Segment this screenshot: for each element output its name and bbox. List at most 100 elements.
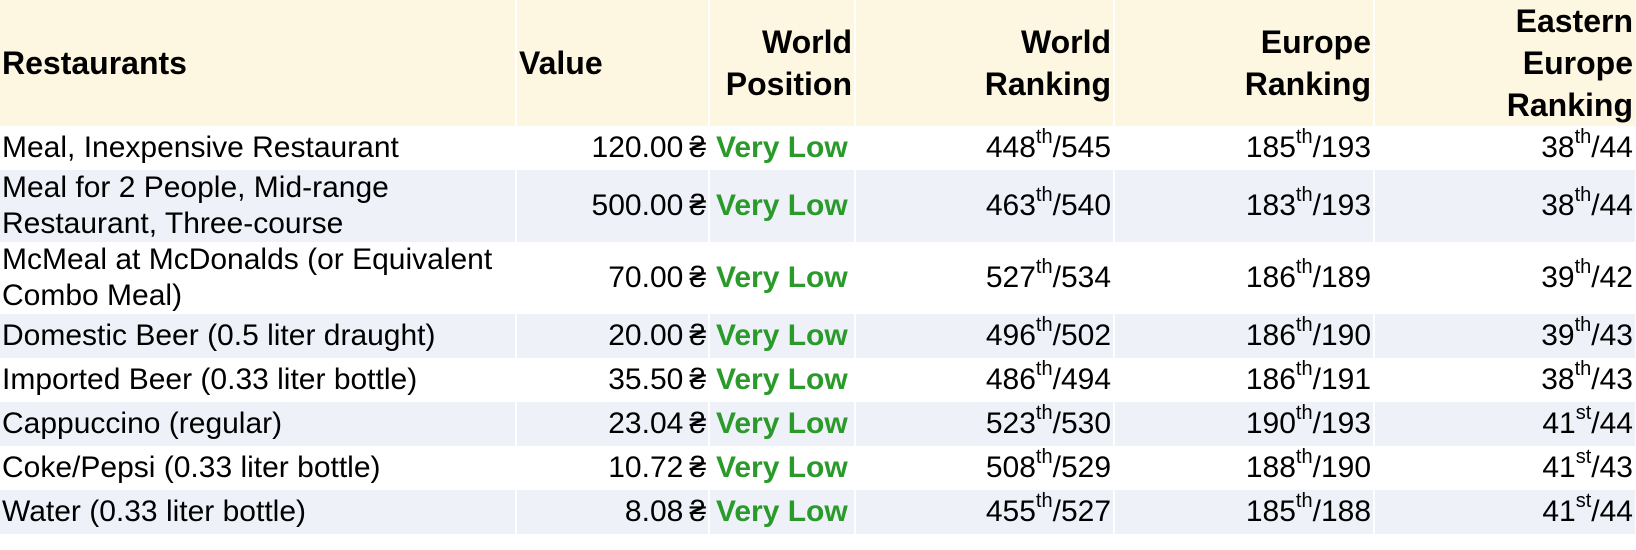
europe-ranking-rank: 185 <box>1245 495 1296 528</box>
europe-ranking-suffix: th <box>1295 184 1313 206</box>
item-name: Domestic Beer (0.5 liter draught) <box>0 314 517 358</box>
hryvnia-sign: ₴ <box>689 319 706 352</box>
world-ranking: 496th/502 <box>855 314 1115 358</box>
world-ranking-rank: 523 <box>985 407 1036 440</box>
item-name: McMeal at McDonalds (or Equivalent Combo… <box>0 242 517 314</box>
world-position: Very Low <box>709 402 856 446</box>
item-name: Coke/Pepsi (0.33 liter bottle) <box>0 446 517 490</box>
eastern-europe-ranking-total: /43 <box>1591 319 1633 352</box>
world-position: Very Low <box>709 358 856 402</box>
value-amount: 500.00 <box>591 189 684 222</box>
item-value: 8.08 ₴ <box>516 490 710 534</box>
eastern-europe-ranking-total: /43 <box>1591 451 1633 484</box>
header-restaurants: Restaurants <box>0 0 517 126</box>
europe-ranking: 186th/190 <box>1114 314 1375 358</box>
header-world-ranking-line: Ranking <box>984 66 1111 102</box>
europe-ranking-total: /193 <box>1312 189 1371 222</box>
europe-ranking-total: /193 <box>1312 131 1371 164</box>
world-ranking-total: /494 <box>1052 363 1111 396</box>
value-amount: 20.00 <box>608 319 684 352</box>
europe-ranking-total: /191 <box>1312 363 1371 396</box>
eastern-europe-ranking: 38th/44 <box>1374 126 1636 170</box>
hryvnia-sign: ₴ <box>689 451 706 484</box>
europe-ranking-suffix: th <box>1295 126 1313 148</box>
world-ranking-suffix: th <box>1035 402 1053 424</box>
eastern-europe-ranking-suffix: st <box>1575 446 1592 468</box>
header-europe-ranking: Europe Ranking <box>1114 0 1375 126</box>
eastern-europe-ranking: 41st/44 <box>1374 490 1636 534</box>
eastern-europe-ranking-total: /43 <box>1591 363 1633 396</box>
hryvnia-sign: ₴ <box>689 189 706 222</box>
europe-ranking-rank: 186 <box>1245 261 1296 294</box>
table-row: Water (0.33 liter bottle) 8.08 ₴ Very Low 45… <box>0 490 1636 534</box>
europe-ranking-rank: 190 <box>1245 407 1296 440</box>
item-name: Meal, Inexpensive Restaurant <box>0 126 517 170</box>
hryvnia-sign: ₴ <box>689 407 706 440</box>
header-europe-ranking-line: Ranking <box>1244 66 1371 102</box>
eastern-europe-ranking-rank: 38 <box>1541 363 1575 396</box>
eastern-europe-ranking-rank: 41 <box>1542 407 1576 440</box>
header-world-ranking-line: World <box>1020 24 1111 60</box>
header-value: Value <box>516 0 710 126</box>
europe-ranking-rank: 185 <box>1245 131 1296 164</box>
restaurants-price-table: Restaurants Value World Position World R… <box>0 0 1636 534</box>
europe-ranking-rank: 183 <box>1245 189 1296 222</box>
world-position: Very Low <box>709 170 856 242</box>
europe-ranking-suffix: th <box>1295 402 1313 424</box>
table-row: Coke/Pepsi (0.33 liter bottle) 10.72 ₴ Very… <box>0 446 1636 490</box>
europe-ranking: 185th/193 <box>1114 126 1375 170</box>
header-eastern-europe-ranking-line: Ranking <box>1506 87 1633 123</box>
world-position: Very Low <box>709 314 856 358</box>
europe-ranking-suffix: th <box>1295 446 1313 468</box>
europe-ranking-suffix: th <box>1295 256 1313 278</box>
header-world-position-line: Position <box>725 66 852 102</box>
item-value: 35.50 ₴ <box>516 358 710 402</box>
eastern-europe-ranking-rank: 38 <box>1541 189 1575 222</box>
world-ranking: 508th/529 <box>855 446 1115 490</box>
world-ranking-total: /540 <box>1052 189 1111 222</box>
eastern-europe-ranking-total: /44 <box>1591 495 1633 528</box>
world-ranking-rank: 448 <box>985 131 1036 164</box>
hryvnia-sign: ₴ <box>689 131 706 164</box>
world-ranking-rank: 486 <box>985 363 1036 396</box>
world-ranking-total: /527 <box>1052 495 1111 528</box>
header-eastern-europe-ranking: Eastern Europe Ranking <box>1374 0 1636 126</box>
world-ranking-suffix: th <box>1035 314 1053 336</box>
world-ranking: 448th/545 <box>855 126 1115 170</box>
table-row: McMeal at McDonalds (or Equivalent Combo… <box>0 242 1636 314</box>
eastern-europe-ranking-suffix: th <box>1574 314 1592 336</box>
europe-ranking: 185th/188 <box>1114 490 1375 534</box>
world-ranking-total: /502 <box>1052 319 1111 352</box>
hryvnia-sign: ₴ <box>689 261 706 294</box>
header-eastern-europe-ranking-line: Europe <box>1522 45 1633 81</box>
item-name: Water (0.33 liter bottle) <box>0 490 517 534</box>
eastern-europe-ranking-total: /44 <box>1591 407 1633 440</box>
item-name: Imported Beer (0.33 liter bottle) <box>0 358 517 402</box>
table-row: Imported Beer (0.33 liter bottle) 35.50 ₴ V… <box>0 358 1636 402</box>
europe-ranking-suffix: th <box>1295 358 1313 380</box>
world-ranking-total: /534 <box>1052 261 1111 294</box>
eastern-europe-ranking-rank: 41 <box>1542 495 1576 528</box>
europe-ranking-total: /193 <box>1312 407 1371 440</box>
world-ranking-suffix: th <box>1035 490 1053 512</box>
eastern-europe-ranking-rank: 41 <box>1542 451 1576 484</box>
eastern-europe-ranking-suffix: st <box>1575 402 1592 424</box>
header-world-position: World Position <box>709 0 856 126</box>
world-ranking-total: /529 <box>1052 451 1111 484</box>
header-world-ranking: World Ranking <box>855 0 1115 126</box>
europe-ranking: 186th/189 <box>1114 242 1375 314</box>
world-ranking-rank: 496 <box>985 319 1036 352</box>
hryvnia-sign: ₴ <box>689 495 706 528</box>
europe-ranking: 188th/190 <box>1114 446 1375 490</box>
world-position: Very Low <box>709 242 856 314</box>
value-amount: 120.00 <box>591 131 684 164</box>
value-amount: 8.08 <box>624 495 684 528</box>
world-ranking-rank: 455 <box>985 495 1036 528</box>
eastern-europe-ranking: 41st/43 <box>1374 446 1636 490</box>
table-row: Meal for 2 People, Mid-range Restaurant,… <box>0 170 1636 242</box>
item-name: Cappuccino (regular) <box>0 402 517 446</box>
europe-ranking-total: /188 <box>1312 495 1371 528</box>
eastern-europe-ranking-suffix: th <box>1574 358 1592 380</box>
europe-ranking: 186th/191 <box>1114 358 1375 402</box>
world-ranking: 486th/494 <box>855 358 1115 402</box>
